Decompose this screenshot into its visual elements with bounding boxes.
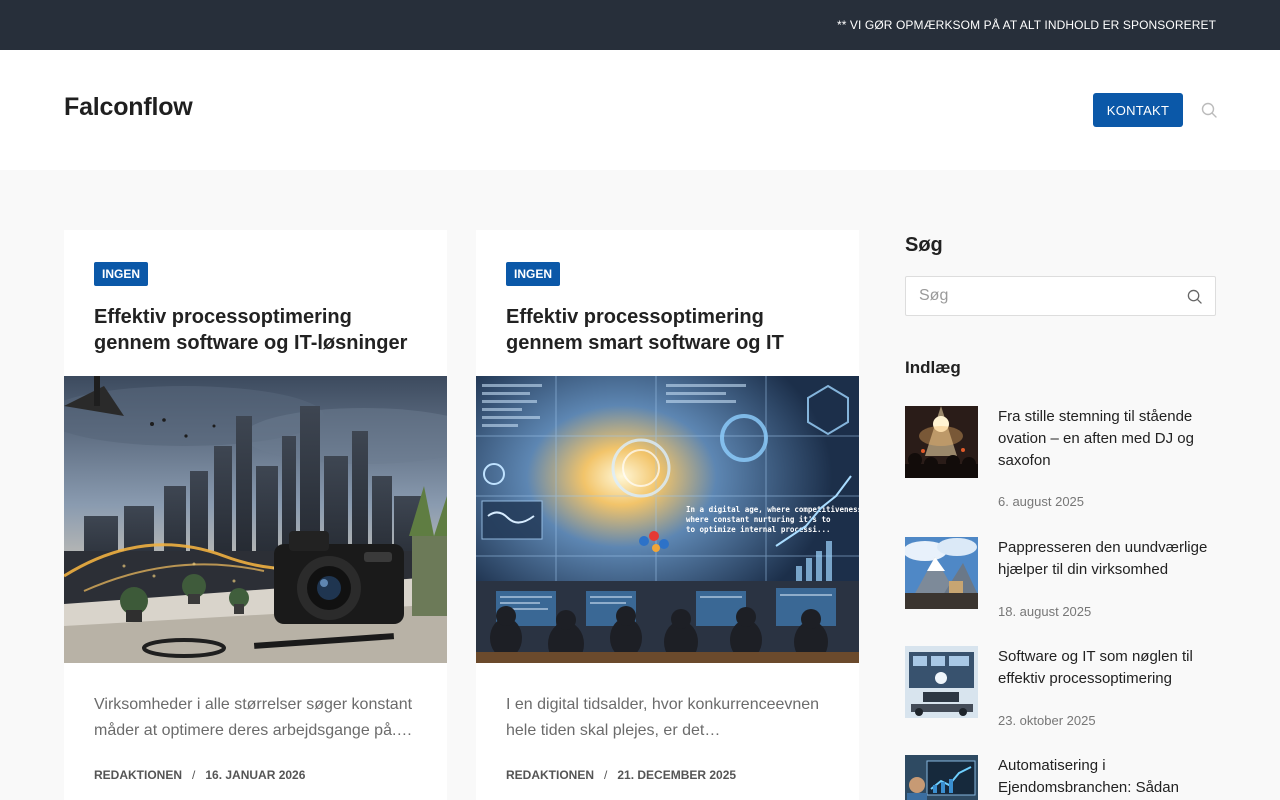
search-icon[interactable] (1187, 289, 1202, 304)
article-meta: REDAKTIONEN / 16. JANUAR 2026 (94, 768, 305, 782)
article-card: INGEN Effektiv processoptimering gennem … (476, 230, 859, 800)
category-badge[interactable]: INGEN (94, 262, 149, 286)
article-title[interactable]: Effektiv processoptimering gennem smart … (506, 304, 836, 356)
article-excerpt: I en digital tidsalder, hvor konkurrence… (506, 696, 820, 739)
site-logo[interactable]: Falconflow (64, 93, 193, 122)
article-meta: REDAKTIONEN / 21. DECEMBER 2025 (506, 768, 736, 782)
sponsor-notice: ** VI GØR OPMÆRKSOM PÅ AT ALT INDHOLD ER… (836, 18, 1216, 32)
post-thumbnail[interactable] (905, 406, 978, 478)
post-thumbnail[interactable] (905, 755, 978, 800)
post-title[interactable]: Pappresseren den uundværlige hjælper til… (998, 537, 1216, 581)
post-thumbnail[interactable] (905, 646, 978, 718)
meta-separator: / (604, 768, 608, 782)
author-link[interactable]: REDAKTIONEN (506, 768, 594, 782)
article-excerpt: Virksomheder i alle størrelser søger kon… (94, 696, 413, 739)
article-date: 16. JANUAR 2026 (205, 768, 306, 782)
post-date: 23. oktober 2025 (998, 713, 1096, 728)
sidebar-search-box (905, 276, 1216, 316)
article-title[interactable]: Effektiv processoptimering gennem softwa… (94, 304, 424, 356)
post-title[interactable]: Automatisering i Ejendomsbranchen: Sådan (998, 755, 1216, 799)
search-icon[interactable] (1201, 102, 1217, 118)
sidebar-search-input[interactable] (906, 277, 1176, 315)
article-image[interactable]: In a digital age, where competitiveness … (476, 376, 859, 663)
image-text-line-1: In a digital age, where competitiveness (686, 505, 859, 514)
meta-separator: / (192, 768, 196, 782)
post-thumbnail[interactable] (905, 537, 978, 609)
post-title[interactable]: Software og IT som nøglen til effektiv p… (998, 646, 1216, 690)
article-date: 21. DECEMBER 2025 (617, 768, 737, 782)
article-image[interactable] (64, 376, 447, 663)
search-heading: Søg (905, 234, 943, 256)
posts-heading: Indlæg (905, 358, 961, 377)
top-notice-bar: ** VI GØR OPMÆRKSOM PÅ AT ALT INDHOLD ER… (0, 0, 1280, 50)
post-date: 6. august 2025 (998, 494, 1085, 509)
author-link[interactable]: REDAKTIONEN (94, 768, 182, 782)
category-badge[interactable]: INGEN (506, 262, 561, 286)
post-date: 18. august 2025 (998, 604, 1092, 619)
site-header: Falconflow KONTAKT (0, 50, 1280, 170)
article-card: INGEN Effektiv processoptimering gennem … (64, 230, 447, 800)
post-title[interactable]: Fra stille stemning til stående ovation … (998, 406, 1216, 472)
contact-button[interactable]: KONTAKT (1093, 93, 1183, 127)
image-text-line-3: to optimize internal processi... (686, 525, 831, 534)
